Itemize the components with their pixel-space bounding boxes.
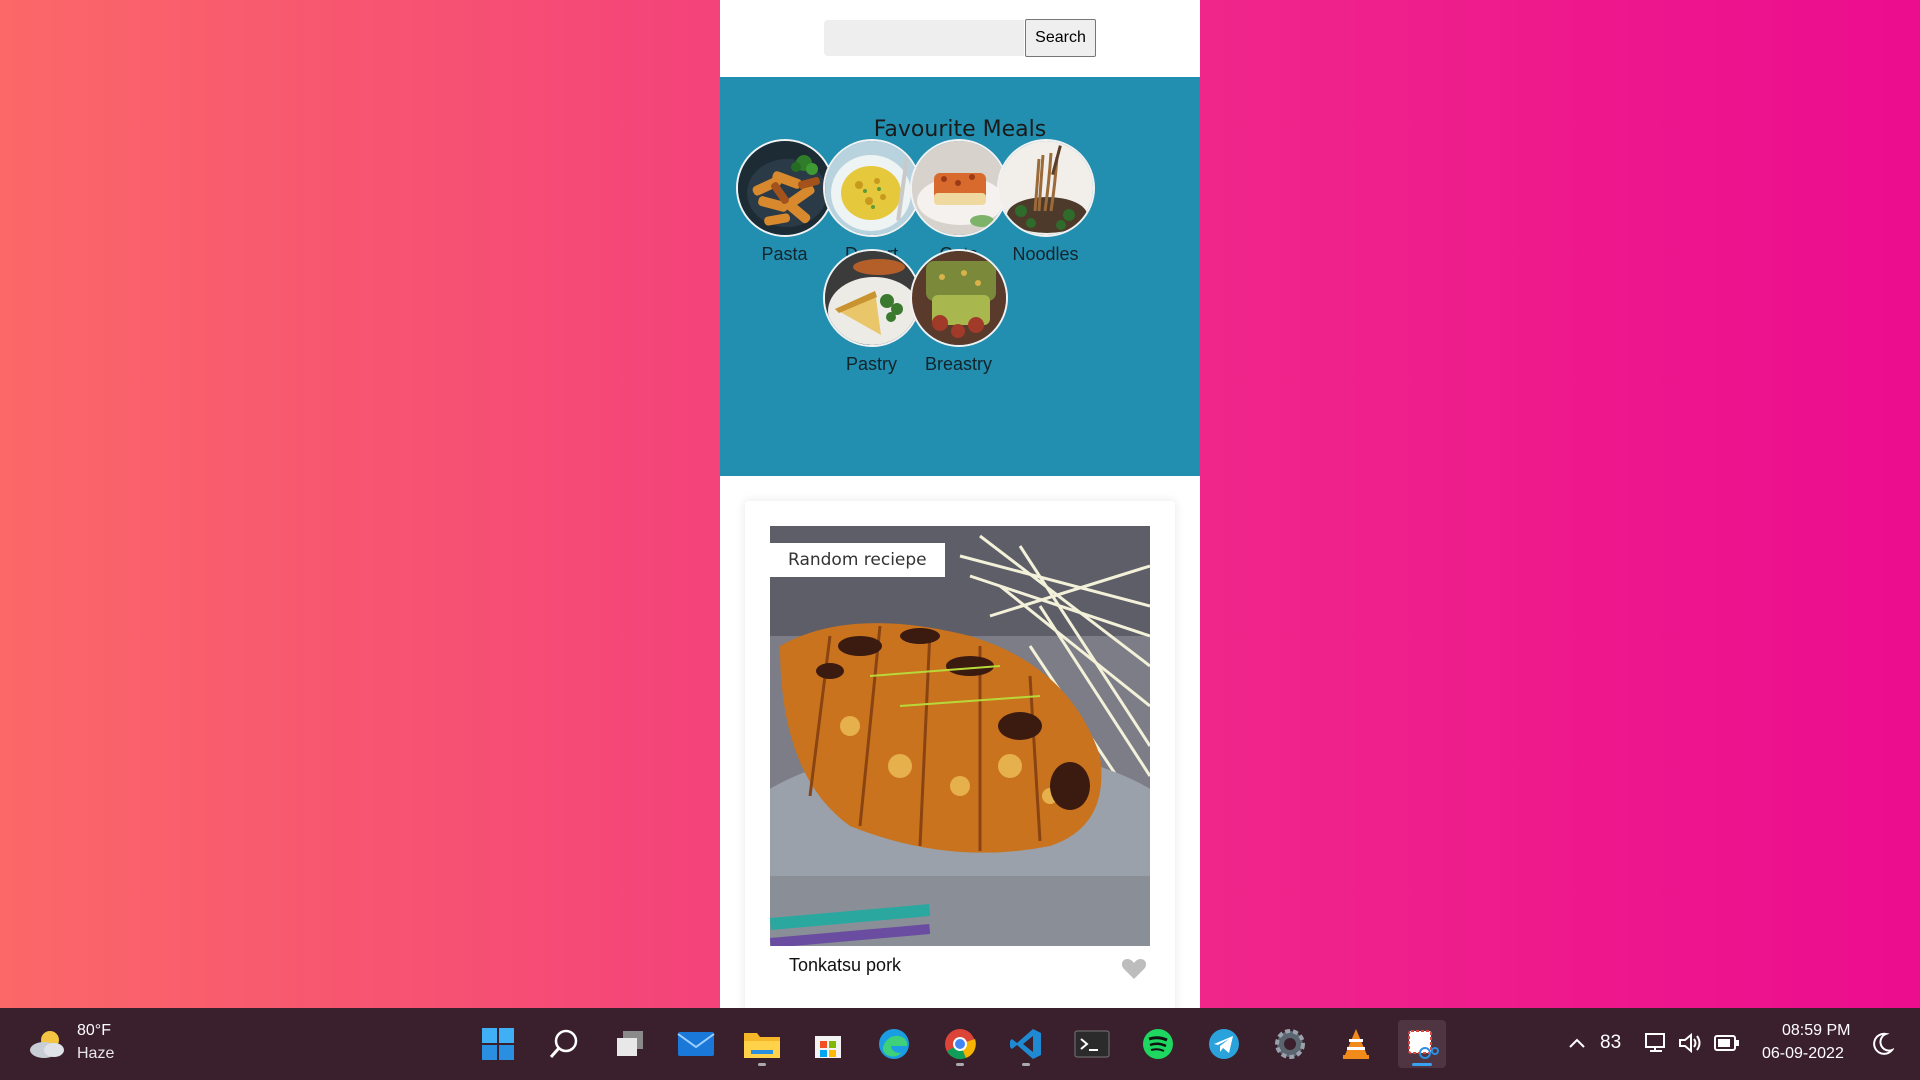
recipe-area: Random reciepe Tonkatsu pork [720,476,1200,1008]
weather-temp: 80°F [77,1022,111,1039]
search-icon[interactable] [540,1020,588,1068]
partly-cloudy-icon [28,1028,66,1064]
clock-date[interactable]: 06-09-2022 [1762,1045,1844,1063]
recipe-name: Tonkatsu pork [789,955,902,975]
spotify-icon[interactable] [1134,1020,1182,1068]
favourite-meals-section: Favourite Meals Pasta Noodles Pastry Bre… [720,77,1200,476]
running-indicator [1022,1063,1030,1066]
recipe-tag: Random reciepe [770,543,945,577]
vlc-icon[interactable] [1332,1020,1380,1068]
task-view-icon[interactable] [606,1020,654,1068]
tray-badge[interactable]: 83 [1600,1032,1621,1054]
search-button[interactable]: Search [1025,19,1096,57]
chevron-up-icon[interactable] [1568,1034,1586,1053]
microsoft-store-icon[interactable] [804,1020,852,1068]
random-recipe-card[interactable]: Random reciepe Tonkatsu pork [745,501,1175,1008]
battery-icon[interactable] [1714,1034,1740,1056]
meal-app: Search Favourite Meals Pasta Noodles Pas… [720,0,1200,1008]
mail-icon[interactable] [672,1020,720,1068]
chrome-icon[interactable] [936,1020,984,1068]
settings-icon[interactable] [1266,1020,1314,1068]
network-icon[interactable] [1644,1031,1668,1059]
meal-item-noodles[interactable]: Noodles [992,139,1099,265]
heart-icon[interactable] [1121,957,1147,981]
running-indicator [956,1063,964,1066]
snipping-tool-icon[interactable] [1398,1020,1446,1068]
meal-label-breastry: Breastry [924,354,993,374]
weather-widget[interactable]: 80°F Haze [24,1022,134,1068]
meal-item-breastry[interactable]: Breastry [905,249,1012,375]
running-indicator [758,1063,766,1066]
recipe-image [770,526,1150,946]
breastry-image [909,249,1008,347]
file-explorer-icon[interactable] [738,1020,786,1068]
search-input[interactable] [824,20,1024,56]
terminal-icon[interactable] [1068,1020,1116,1068]
active-indicator [1412,1063,1432,1066]
noodles-image [996,139,1095,237]
vscode-icon[interactable] [1002,1020,1050,1068]
volume-icon[interactable] [1678,1031,1704,1059]
clock-time[interactable]: 08:59 PM [1782,1022,1850,1040]
taskbar: 80°F Haze 83 08:59 PM 06-09-2022 [0,1008,1920,1080]
moon-icon[interactable] [1872,1032,1895,1060]
weather-condition: Haze [77,1045,115,1062]
start-icon[interactable] [474,1020,522,1068]
search-bar: Search [720,0,1200,77]
edge-icon[interactable] [870,1020,918,1068]
telegram-icon[interactable] [1200,1020,1248,1068]
